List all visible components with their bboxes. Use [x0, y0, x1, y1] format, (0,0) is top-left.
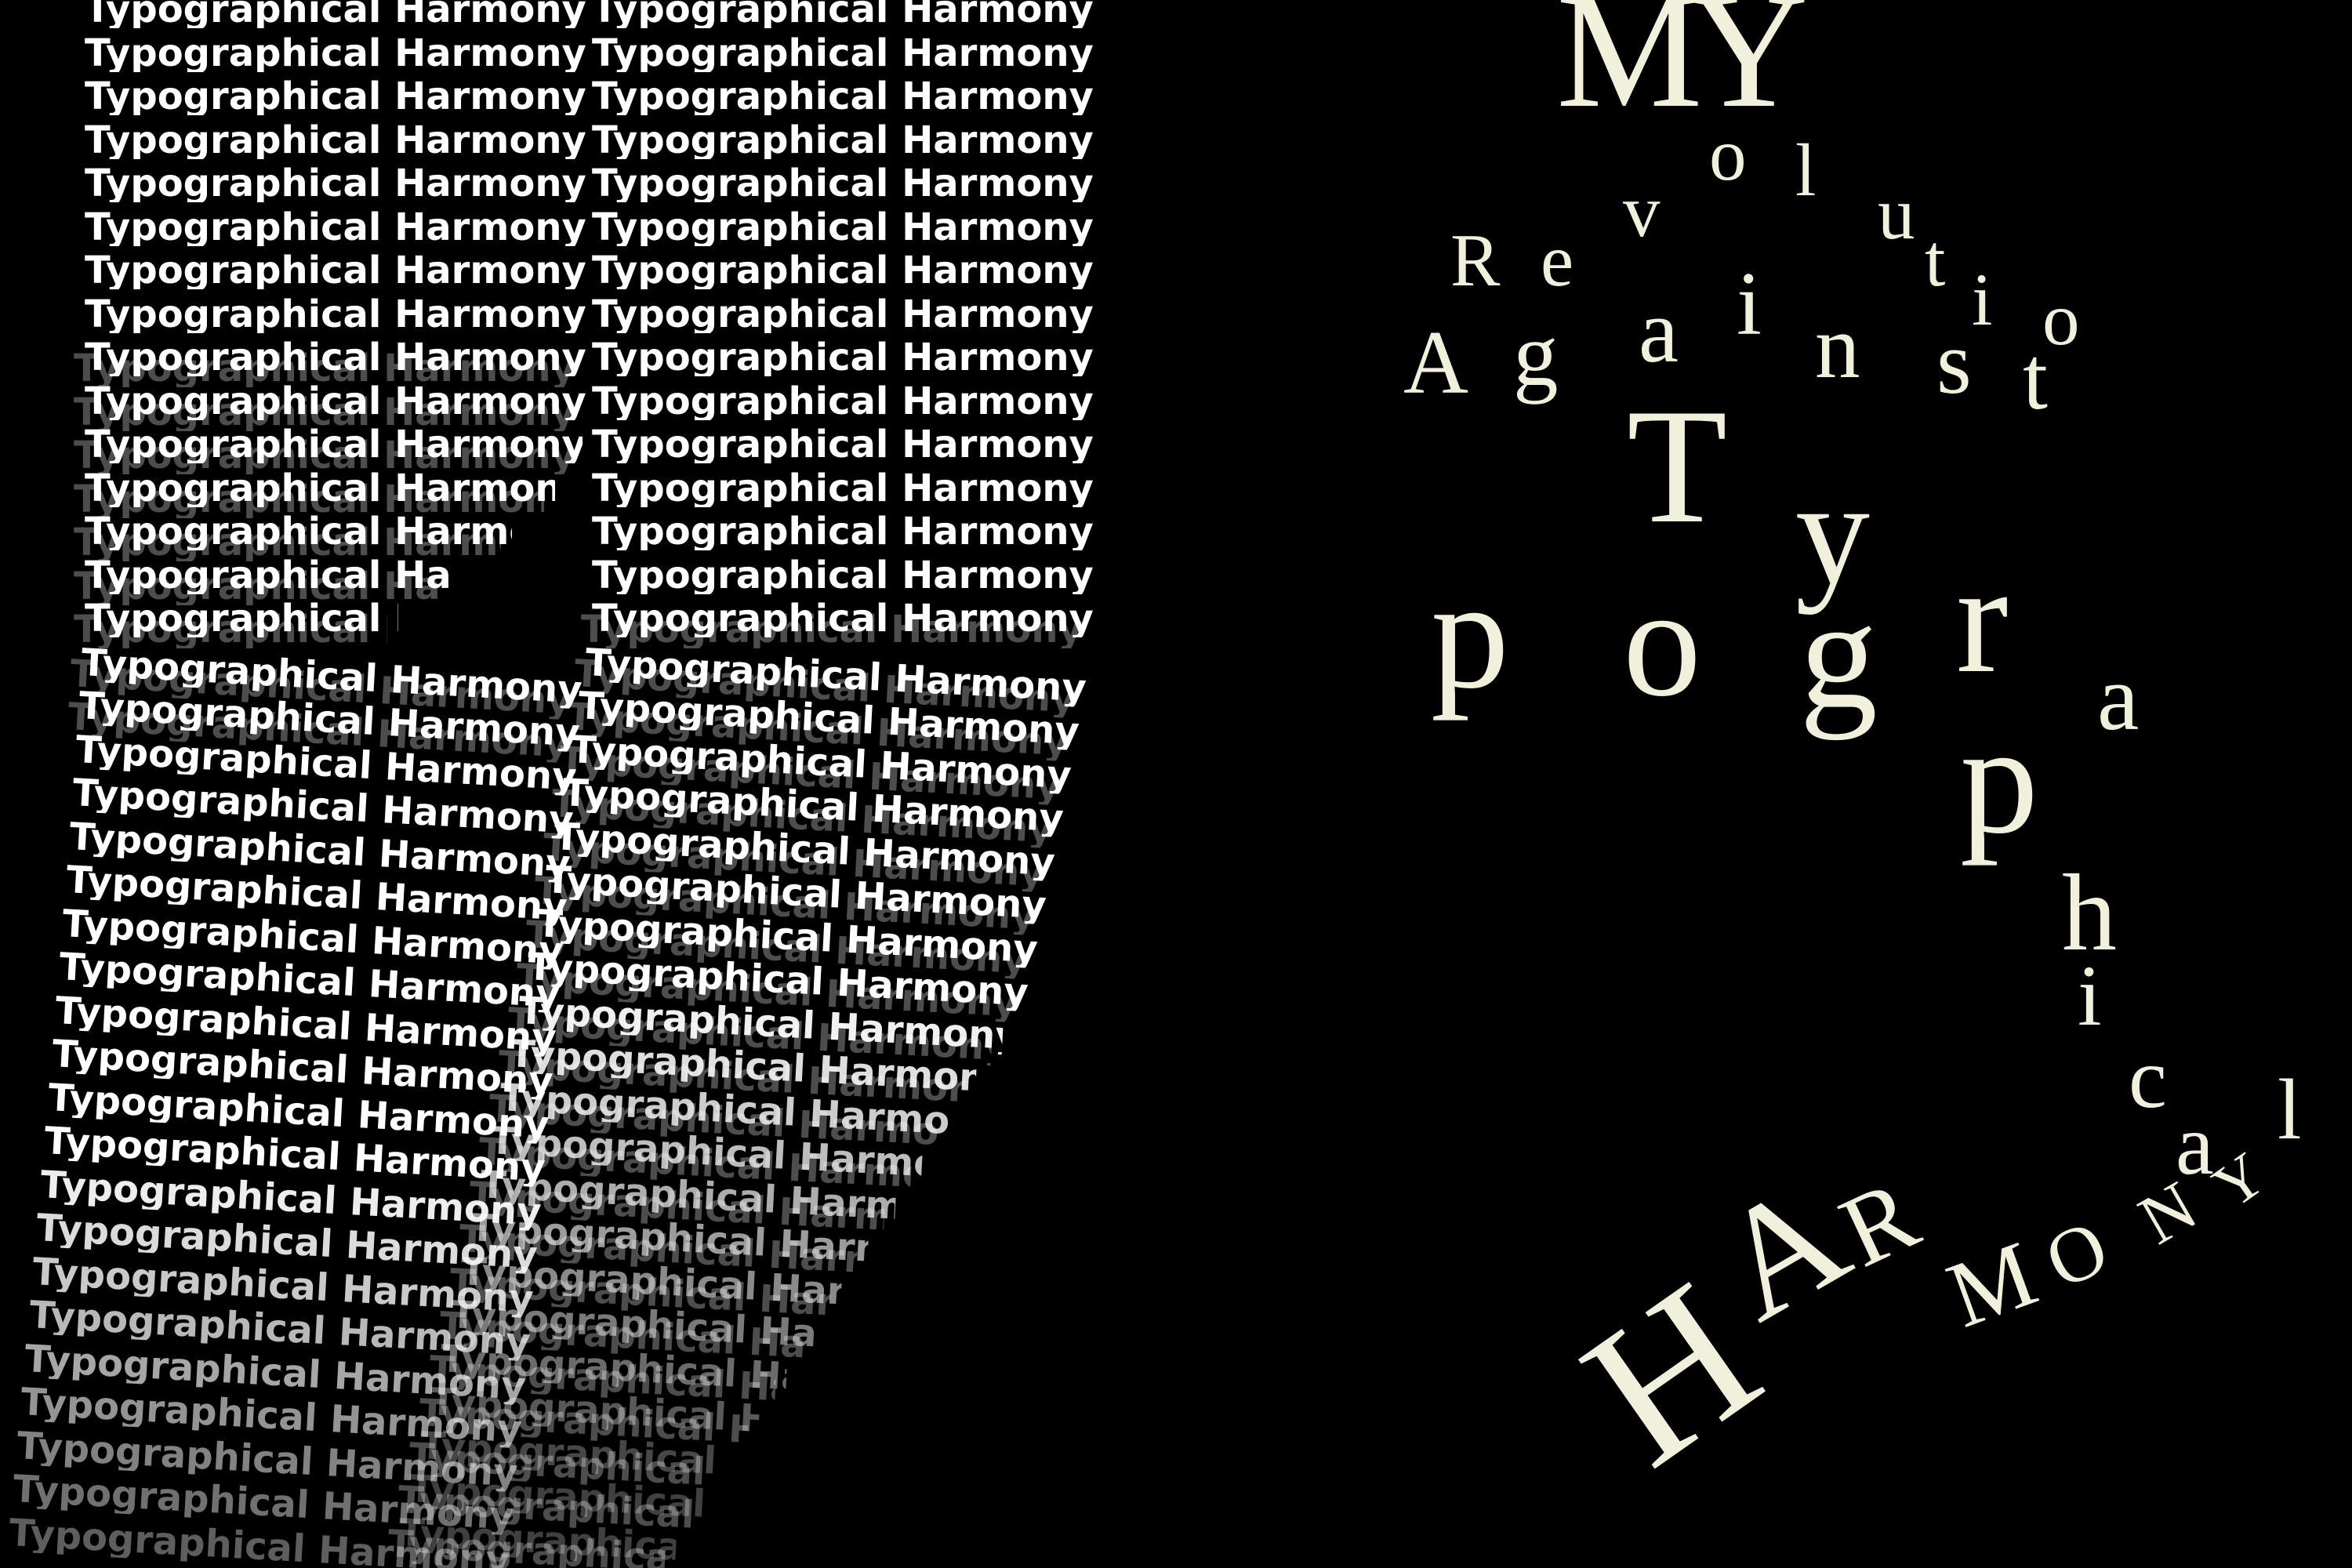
- repeated-phrase-text: Typographical Harmony: [85, 0, 586, 28]
- repeated-phrase-text: Typographical Harmony: [592, 469, 1094, 507]
- repeated-phrase-line: Typographical Harmony: [85, 165, 586, 202]
- repeated-phrase-line: Typographical Harmony: [592, 165, 1094, 202]
- title-glyph: M: [1556, 0, 1703, 142]
- repeated-phrase-text: Typographical Harmony: [85, 295, 586, 333]
- title-glyph: p: [1431, 548, 1509, 721]
- repeated-phrase-line: Typographical Harmony: [85, 34, 586, 72]
- repeated-phrase-line: Typographical Harmony: [592, 209, 1094, 246]
- title-glyph: p: [1960, 693, 2038, 866]
- title-glyph: i: [2078, 948, 2102, 1044]
- repeated-phrase-text: Typographical Harmony: [85, 208, 586, 246]
- repeated-phrase-text: Typographical Harmony: [592, 252, 1094, 289]
- repeated-phrase-text: Typographical Harmony: [592, 513, 1094, 550]
- title-glyph: a: [2097, 645, 2140, 750]
- title-glyph: n: [1815, 297, 1860, 397]
- title-glyph: a: [1639, 281, 1679, 381]
- repeated-phrase-text: Typographical Harmony: [592, 165, 1094, 202]
- repeated-phrase-text: Typographical Harmony: [85, 252, 586, 289]
- title-glyph: Y: [2201, 1139, 2278, 1222]
- repeated-phrase-line: Typographical Harmony: [592, 296, 1094, 333]
- repeated-phrase-line: Typographical Harmony: [85, 0, 586, 28]
- repeated-phrase-text: Typographical Harmony: [85, 165, 586, 202]
- title-glyph: R: [1824, 1158, 1934, 1290]
- repeated-phrase-text: Typographical Harmony: [85, 34, 586, 72]
- repeated-phrase-line: Typographical Harmony: [592, 470, 1094, 507]
- title-glyph: A: [1689, 1147, 1875, 1354]
- title-glyph: e: [1541, 219, 1574, 302]
- repeated-phrase-line: Typographical Harmony: [85, 252, 586, 289]
- title-glyph: r: [1956, 532, 2009, 706]
- title-glyph: g: [1513, 305, 1559, 405]
- title-glyph: N: [2126, 1167, 2210, 1260]
- title-glyph: u: [1878, 172, 1915, 255]
- repeated-text-panel: Typographical Harmony Typographical Harmo…: [0, 0, 1160, 1568]
- repeated-phrase-line: Typographical Harmony: [592, 0, 1094, 28]
- repeated-phrase-echo-text: Typographical Harmony: [74, 611, 387, 648]
- repeated-phrase-text: Typographical Harmony: [592, 34, 1094, 72]
- repeated-phrase-text: Typographical Harmony: [85, 121, 586, 159]
- repeated-phrase-line: Typographical Harmony: [592, 426, 1094, 463]
- title-glyph: s: [1936, 313, 1972, 412]
- repeated-phrase-text: Typographical Harmony: [592, 556, 1094, 594]
- title-glyph: H: [1545, 1239, 1796, 1509]
- poster-canvas: Typographical Harmony Typographical Harmo…: [0, 0, 2352, 1568]
- title-glyph: c: [2129, 1030, 2167, 1126]
- title-glyph: t: [1925, 219, 1946, 302]
- title-glyph: l: [2278, 1062, 2302, 1157]
- repeated-phrase-text: Typographical Harmony: [592, 382, 1094, 420]
- title-glyph: t: [2023, 328, 2048, 428]
- title-glyph: a: [2176, 1097, 2214, 1192]
- title-glyph: M: [1934, 1220, 2049, 1348]
- repeated-phrase-echo: Typographical Harmony: [74, 611, 387, 648]
- title-glyph: v: [1623, 169, 1661, 252]
- title-glyph: o: [1709, 113, 1747, 196]
- repeated-phrase-line: Typographical Harmony: [85, 209, 586, 246]
- repeated-phrase-text: Typographical Harmony: [592, 339, 1094, 376]
- repeated-phrase-text: Typographical Harmony: [592, 78, 1094, 115]
- title-glyph: i: [1737, 254, 1762, 354]
- repeated-phrase-text: Typographical Harmony: [592, 426, 1094, 463]
- title-glyph: g: [1799, 568, 1878, 741]
- title-glyph: o: [1623, 556, 1701, 729]
- repeated-phrase-echo-text: Typographical Harmony: [581, 611, 1083, 648]
- repeated-phrase-line: Typographical Harmony: [592, 122, 1094, 159]
- repeated-phrase-line: Typographical Harmony: [592, 513, 1094, 550]
- repeated-phrase-line: Typographical Harmony: [85, 296, 586, 333]
- title-glyph: R: [1450, 219, 1501, 302]
- repeated-phrase-line: Typographical Harmony: [592, 339, 1094, 376]
- repeated-phrase-line: Typographical Harmony: [592, 34, 1094, 72]
- repeated-phrase-text: Typographical Harmony: [592, 295, 1094, 333]
- repeated-phrase-line: Typographical Harmony: [592, 383, 1094, 420]
- repeated-phrase-echo: Typographical Harmony: [581, 611, 1083, 648]
- title-glyph: A: [1403, 313, 1469, 412]
- repeated-phrase-text: Typographical Harmony: [592, 121, 1094, 159]
- repeated-phrase-text: Typographical Harmony: [592, 208, 1094, 246]
- title-glyph: y: [1795, 451, 1870, 615]
- title-glyph: Y: [1690, 0, 1809, 142]
- repeated-phrase-line: Typographical Harmony: [85, 78, 586, 115]
- repeated-phrase-line: Typographical Harmony: [592, 557, 1094, 594]
- repeated-phrase-text: Typographical Harmony: [592, 0, 1094, 28]
- title-glyph: h: [2062, 852, 2117, 974]
- repeated-phrase-line: Typographical Harmony: [592, 252, 1094, 289]
- repeated-phrase-line: Typographical Harmony: [85, 122, 586, 159]
- repeated-phrase-line: Typographical Harmony: [592, 78, 1094, 115]
- title-glyph: o: [2042, 278, 2080, 361]
- title-glyph: T: [1627, 376, 1728, 557]
- title-glyph: O: [2032, 1203, 2121, 1306]
- title-glyph: i: [1972, 258, 1993, 341]
- repeated-phrase-text: Typographical Harmony: [85, 78, 586, 115]
- title-glyph: l: [1795, 129, 1817, 212]
